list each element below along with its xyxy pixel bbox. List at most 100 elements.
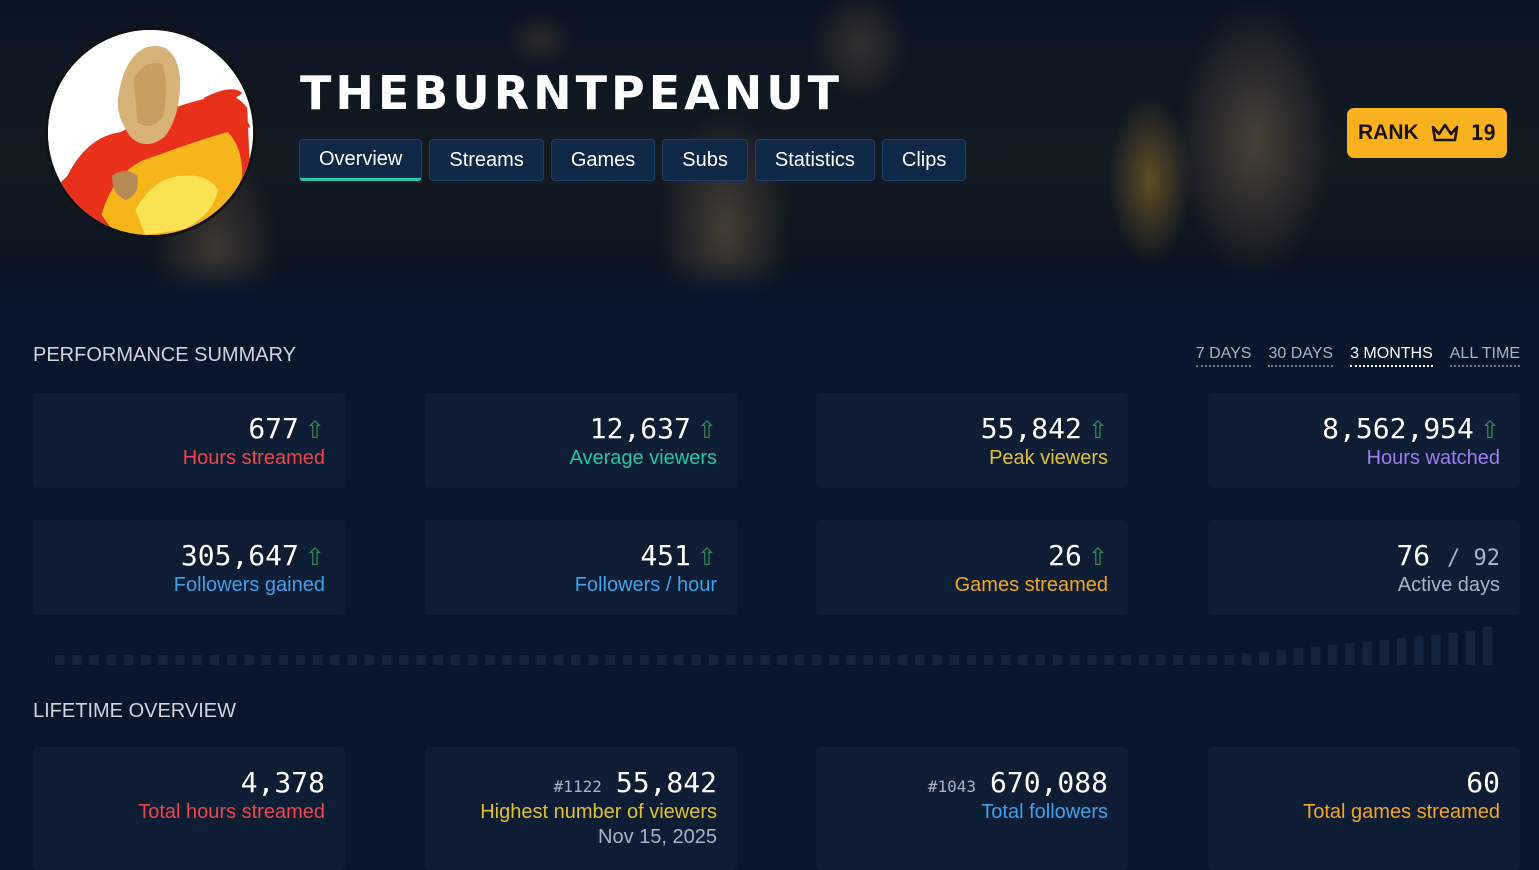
sparkline-bar: [1104, 655, 1114, 665]
sparkline-bar: [330, 655, 340, 665]
sparkline-bar: [1379, 639, 1390, 665]
lifetime-card-highest-viewers: #1122 55,842 Highest number of viewers No…: [425, 747, 737, 870]
sparkline-bar: [1276, 649, 1286, 665]
sparkline-bar: [691, 655, 701, 665]
sparkline-bar: [433, 655, 443, 665]
sparkline-bar: [622, 655, 633, 665]
lifetime-card-total-followers: #1043 670,088 Total followers: [816, 747, 1128, 870]
sparkline-bar: [949, 655, 959, 665]
activity-sparkline: [55, 627, 1493, 665]
crown-icon: [1431, 122, 1459, 144]
arrow-up-icon: ⇧: [304, 543, 325, 571]
sparkline-bar: [399, 655, 409, 665]
stat-value: 670,088: [989, 766, 1108, 799]
sparkline-bar: [1018, 655, 1028, 665]
stat-value: 451: [640, 539, 691, 572]
sparkline-bar: [588, 655, 598, 665]
arrow-up-icon: ⇧: [1479, 416, 1500, 444]
sparkline-bar: [915, 655, 925, 665]
stat-card-hours-streamed: 677 ⇧ Hours streamed: [33, 393, 345, 488]
arrow-up-icon: ⇧: [1087, 416, 1108, 444]
sparkline-bar: [863, 655, 873, 665]
tab-games[interactable]: Games: [550, 139, 656, 181]
sparkline-bar: [416, 655, 426, 665]
sparkline-bar: [1414, 636, 1424, 665]
sparkline-bar: [1293, 648, 1304, 665]
sparkline-bar: [1345, 643, 1355, 665]
sparkline-bar: [227, 655, 237, 665]
lifetime-card-total-hours: 4,378 Total hours streamed: [33, 747, 345, 870]
stat-value: 76: [1396, 539, 1431, 572]
sparkline-bar: [485, 655, 495, 665]
sparkline-bar: [106, 655, 117, 665]
stat-value: 60: [1466, 766, 1500, 799]
stat-value: 677: [248, 412, 299, 445]
stat-value: 26: [1048, 539, 1082, 572]
tab-overview[interactable]: Overview: [299, 139, 423, 181]
lifetime-card-total-games: 60 Total games streamed: [1208, 747, 1520, 870]
stat-label: Highest number of viewers: [480, 801, 717, 823]
sparkline-bar: [72, 655, 82, 665]
sparkline-bar: [760, 655, 770, 665]
sparkline-bar: [553, 655, 564, 665]
stat-label: Followers gained: [173, 574, 325, 596]
sparkline-bar: [1035, 655, 1045, 665]
sparkline-bar: [1121, 655, 1131, 665]
stat-card-peak-viewers: 55,842 ⇧ Peak viewers: [816, 393, 1128, 488]
stat-label: Total games streamed: [1303, 801, 1500, 823]
stat-card-active-days: 76 / 92 Active days: [1208, 520, 1520, 615]
channel-nav: Overview Streams Games Subs Statistics C…: [299, 139, 967, 181]
sparkline-bar: [829, 655, 839, 665]
sparkline-bar: [743, 655, 753, 665]
sparkline-bar: [313, 655, 323, 665]
sparkline-bar: [1328, 644, 1338, 665]
sparkline-bar: [639, 655, 650, 665]
sparkline-bar: [966, 655, 977, 665]
sparkline-bar: [244, 655, 254, 665]
stat-label: Games streamed: [954, 574, 1108, 596]
sparkline-bar: [983, 655, 994, 665]
stat-label: Total followers: [981, 801, 1108, 823]
tab-statistics[interactable]: Statistics: [754, 139, 875, 181]
stat-label: Total hours streamed: [138, 801, 325, 823]
sparkline-bar: [657, 655, 667, 665]
stat-card-hours-watched: 8,562,954 ⇧ Hours watched: [1208, 393, 1520, 488]
stat-value: 305,647: [180, 539, 299, 572]
sparkline-bar: [1465, 631, 1476, 665]
arrow-up-icon: ⇧: [696, 543, 717, 571]
sparkline-bar: [123, 655, 134, 665]
sparkline-bar: [364, 655, 375, 665]
sparkline-bar: [777, 655, 787, 665]
sparkline-bar: [1482, 627, 1493, 665]
sparkline-bar: [1190, 655, 1200, 665]
range-30-days[interactable]: 30 DAYS: [1268, 345, 1334, 367]
stat-value: 4,378: [240, 766, 325, 799]
sparkline-bar: [1396, 638, 1407, 665]
sparkline-bar: [175, 655, 185, 665]
sparkline-bar: [846, 655, 856, 665]
stat-label: Hours streamed: [182, 447, 325, 469]
sparkline-bar: [1224, 655, 1235, 665]
stat-label: Active days: [1397, 574, 1500, 596]
stat-value: 55,842: [615, 766, 717, 799]
sparkline-bar: [1069, 655, 1080, 665]
stat-card-followers-per-hour: 451 ⇧ Followers / hour: [425, 520, 737, 615]
tab-subs[interactable]: Subs: [662, 139, 748, 181]
range-all-time[interactable]: ALL TIME: [1449, 345, 1520, 367]
stat-card-followers-gained: 305,647 ⇧ Followers gained: [33, 520, 345, 615]
arrow-up-icon: ⇧: [696, 416, 717, 444]
sparkline-bar: [725, 655, 736, 665]
sparkline-bar: [1310, 646, 1321, 665]
sparkline-bar: [708, 655, 719, 665]
rank-badge[interactable]: RANK 19: [1347, 108, 1507, 158]
range-7-days[interactable]: 7 DAYS: [1195, 345, 1252, 367]
sparkline-bar: [1138, 655, 1149, 665]
tab-clips[interactable]: Clips: [881, 139, 967, 181]
rank-label: RANK: [1358, 121, 1419, 144]
tab-streams[interactable]: Streams: [429, 139, 544, 181]
range-3-months[interactable]: 3 MONTHS: [1350, 345, 1433, 367]
stat-total: / 92: [1447, 546, 1500, 571]
rank-number: #1043: [927, 777, 976, 796]
range-selector: 7 DAYS 30 DAYS 3 MONTHS ALL TIME: [1195, 345, 1520, 367]
sparkline-bar: [450, 655, 461, 665]
